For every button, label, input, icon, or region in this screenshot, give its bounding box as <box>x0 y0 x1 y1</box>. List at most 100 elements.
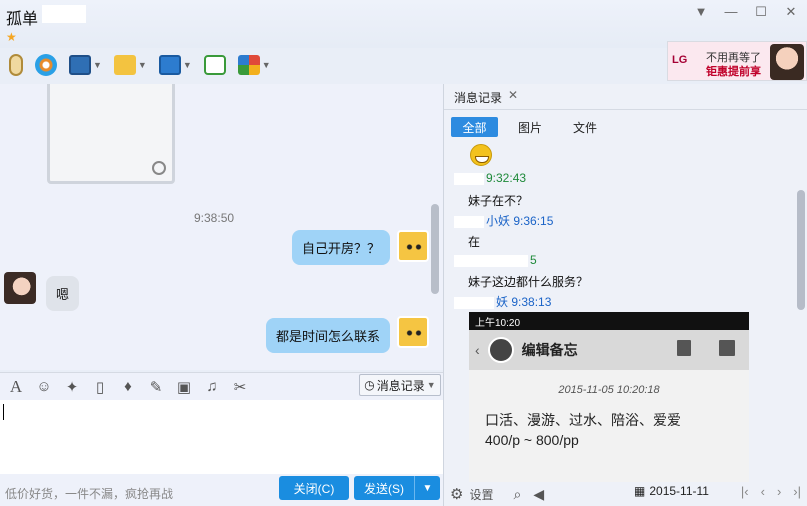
ad-line2: 钜惠提前享 <box>706 66 761 78</box>
remote-desktop-icon <box>158 55 181 75</box>
emoji-icon[interactable]: ☺ <box>34 378 54 395</box>
chat-scrollbar[interactable] <box>431 204 439 294</box>
maximize-icon[interactable]: ☐ <box>753 4 769 20</box>
history-scrollbar[interactable] <box>797 190 805 310</box>
settings-label[interactable]: 设置 <box>469 486 493 503</box>
send-label: 发送(S) <box>364 481 404 496</box>
chevron-down-icon: ▼ <box>137 60 147 70</box>
selected-date: 2015-11-11 <box>649 484 709 498</box>
window-title: 孤单 <box>6 5 87 29</box>
page-navigation: |‹ ‹ › ›| <box>741 484 801 499</box>
screen-share-icon <box>69 55 91 75</box>
close-icon[interactable]: ✕ <box>508 88 518 102</box>
image-message[interactable] <box>47 84 175 184</box>
message-history-button[interactable]: ◷ 消息记录 ▼ <box>359 374 441 396</box>
phone-app-header: ‹ 编辑备忘 <box>469 330 749 370</box>
tab-message-history[interactable]: 消息记录 <box>454 89 502 106</box>
screenshot-icon[interactable]: ▯ <box>90 378 110 396</box>
chevron-down-icon: ▼ <box>261 60 271 70</box>
memo-line: 400/p ~ 800/pp <box>485 432 579 448</box>
edit-icon[interactable]: ✎ <box>146 378 166 396</box>
ad-banner[interactable]: LG 不用再等了 钜惠提前享 <box>667 41 807 81</box>
message-input[interactable] <box>0 400 443 474</box>
microphone-icon <box>9 54 23 76</box>
image-icon[interactable]: ▣ <box>174 378 194 396</box>
trash-icon <box>677 340 691 356</box>
my-avatar[interactable] <box>397 230 429 262</box>
lg-logo: LG <box>672 54 688 66</box>
memo-body: 口活、漫游、过水、陪浴、爱爱 400/p ~ 800/pp <box>485 410 749 450</box>
apps-button[interactable]: ▼ <box>235 51 274 79</box>
chevron-down-icon[interactable]: ▼ <box>414 476 440 500</box>
folder-transfer-icon <box>113 55 136 75</box>
message-timestamp: 9:38:50 <box>194 211 235 225</box>
ad-image <box>770 44 804 80</box>
filter-all[interactable]: 全部 <box>451 117 498 137</box>
record-sender: 9:32:43 <box>454 171 526 185</box>
side-tab-bar: 消息记录 ✕ <box>444 84 807 110</box>
phone-status-bar: 上午10:20 <box>469 312 749 330</box>
video-call-button[interactable] <box>32 51 60 79</box>
prev-page-icon[interactable]: ‹ <box>761 484 765 499</box>
close-button[interactable]: 关闭(C) <box>279 476 349 500</box>
my-avatar[interactable] <box>397 316 429 348</box>
chat-area: 9:38:50 自己开房？？ 嗯 都是时间怎么联系 <box>0 84 443 370</box>
back-arrow-icon: ‹ <box>475 342 480 358</box>
gear-icon[interactable]: ⚙ <box>450 485 463 503</box>
message-history-label: 消息记录 <box>376 378 425 393</box>
clock-icon: ◷ <box>364 378 375 392</box>
close-icon[interactable]: ✕ <box>783 4 799 20</box>
date-picker[interactable]: ▦ 2015-11-11 <box>634 484 709 498</box>
chevron-down-icon: ▼ <box>426 380 436 390</box>
music-icon[interactable]: ♫ <box>202 378 222 395</box>
speaker-icon[interactable]: ◀ <box>533 486 544 503</box>
record-sender: 妖 9:38:13 <box>454 293 551 310</box>
history-records: 9:32:43 妹子在不？ 小妖 9:36:15 在 5 妹子这边都什么服务？ … <box>444 142 800 482</box>
app-logo <box>487 337 514 363</box>
app-grid-icon <box>237 55 260 75</box>
save-icon <box>719 340 735 356</box>
message-bubble-incoming: 嗯 <box>46 276 80 311</box>
voice-call-button[interactable] <box>6 51 26 79</box>
message-bubble-outgoing: 自己开房？？ <box>292 230 391 265</box>
search-icon[interactable]: ⌕ <box>513 486 521 503</box>
scissors-icon[interactable]: ✂ <box>230 378 250 396</box>
file-transfer-button[interactable]: ▼ <box>111 51 150 79</box>
screen-share-button[interactable]: ▼ <box>66 51 105 79</box>
chat-toolbar: ▼ ▼ ▼ ▼ <box>0 48 440 82</box>
chevron-down-icon: ▼ <box>182 60 192 70</box>
next-page-icon[interactable]: › <box>777 484 781 499</box>
calendar-icon: ▦ <box>634 484 646 498</box>
screenshot-image[interactable]: 上午10:20 ‹ 编辑备忘 2015-11-05 10:20:18 口活、漫游… <box>469 312 749 482</box>
record-sender: 5 <box>454 253 537 267</box>
font-icon[interactable]: A <box>6 377 26 397</box>
filter-files[interactable]: 文件 <box>562 117 608 137</box>
ad-slogan[interactable]: 低价好货，一件不漏，疯抢再战 <box>5 485 173 502</box>
contact-avatar[interactable] <box>4 272 36 304</box>
filter-pictures[interactable]: 图片 <box>508 117 552 137</box>
dropdown-icon[interactable]: ▼ <box>693 4 709 20</box>
memo-line: 口活、漫游、过水、陪浴、爱爱 <box>485 412 681 428</box>
voice-message-icon[interactable]: ♦ <box>118 378 138 395</box>
record-message: 妹子在不？ <box>468 194 529 208</box>
phone-app-title: 编辑备忘 <box>521 342 578 358</box>
send-button[interactable]: 发送(S) ▼ <box>354 476 440 500</box>
add-app-button[interactable] <box>201 51 229 79</box>
grin-emoji-icon <box>470 144 492 166</box>
star-icon: ★ <box>6 30 17 44</box>
record-message: 在 <box>468 235 481 249</box>
last-page-icon[interactable]: ›| <box>793 484 801 499</box>
record-sender: 小妖 9:36:15 <box>454 212 553 229</box>
record-message: 妹子这边都什么服务？ <box>468 275 589 289</box>
text-cursor <box>3 404 4 420</box>
remote-desktop-button[interactable]: ▼ <box>156 51 195 79</box>
window-controls: ▼ — ☐ ✕ <box>693 4 799 20</box>
chevron-down-icon: ▼ <box>93 60 102 70</box>
magic-icon[interactable]: ✦ <box>62 378 82 396</box>
message-bubble-outgoing: 都是时间怎么联系 <box>266 318 391 353</box>
message-history-panel: 消息记录 ✕ 全部 图片 文件 9:32:43 妹子在不？ 小妖 9:36:15… <box>443 84 807 506</box>
first-page-icon[interactable]: |‹ <box>741 484 749 499</box>
zoom-icon[interactable] <box>152 161 166 175</box>
minimize-icon[interactable]: — <box>723 4 739 20</box>
memo-date: 2015-11-05 10:20:18 <box>558 384 660 396</box>
